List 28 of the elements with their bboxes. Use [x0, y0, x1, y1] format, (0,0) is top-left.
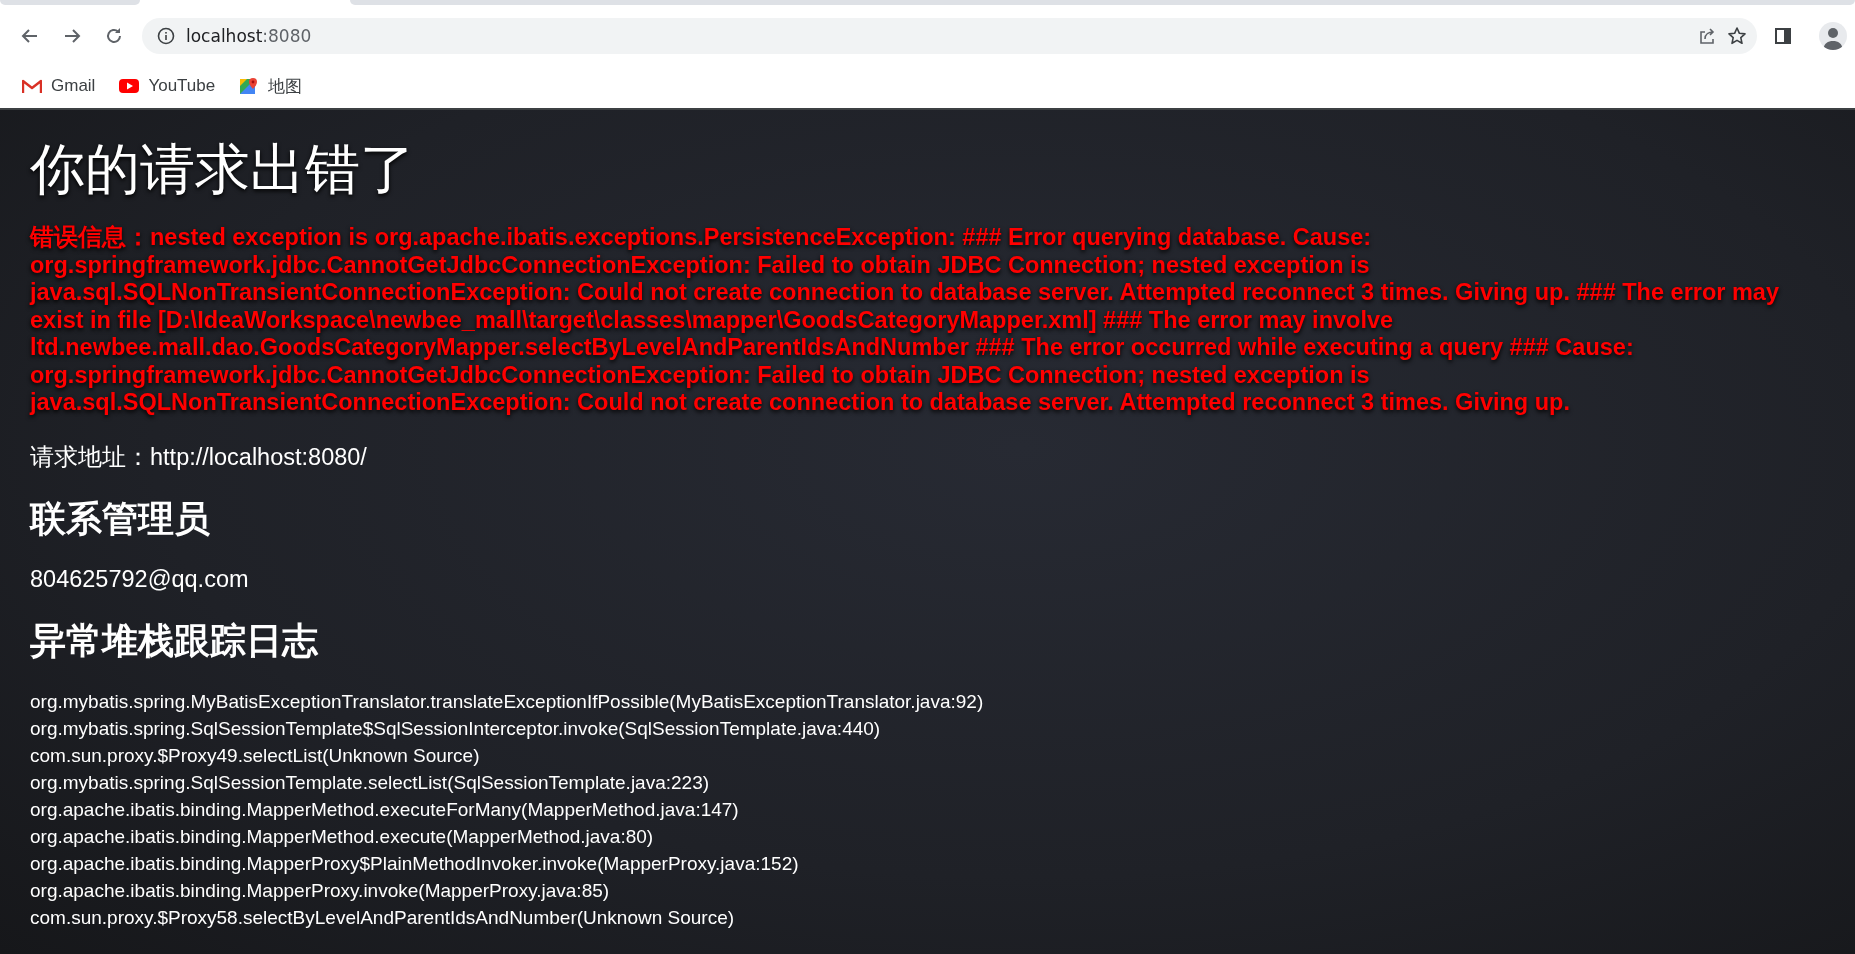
section-heading: 异常堆栈跟踪日志	[30, 619, 319, 661]
play-icon	[119, 77, 140, 95]
star-icon[interactable]	[1727, 26, 1747, 46]
stack-trace-line: com.sun.proxy.$Proxy58.selectByLevelAndParentIdsAndNumber(Unknown Source)	[30, 905, 736, 930]
error-message: 错误信息：nested exception is org.apache.ibatis.exceptions.PersistenceException: ### Error querying database. Cause: org.springframework.jdbc.CannotGetJdbcConnectionException: Failed to obtain JDBC Connection; nested exception is java.sql.SQLNonTransientConnectionException: Could not create connection to database server. Attempted reconnect 3 times. Giving up. ### The error may exist in file [D:\IdeaWorkspace\newbee_mall\target\classes\mapper\GoodsCategoryMapper.xml] ### The error may involve ltd.newbee.mall.dao.GoodsCategoryMapper.selectByLevelAndParentIdsAndNumber ### The error occurred while executing a query ### Cause: org.springframework.jdbc.CannotGetJdbcConnectionException: Failed to obtain JDBC Connection; nested exception is java.sql.SQLNonTransientConnectionException: Could not create connection to database server. Attempted reconnect 3 times. Giving up.	[30, 224, 1780, 417]
section-heading: 联系管理员	[30, 497, 211, 539]
bookmark[interactable]: YouTube	[111, 72, 224, 100]
map-icon	[239, 77, 260, 95]
reload-icon[interactable]	[104, 26, 124, 46]
page-title: 你的请求出错了	[30, 137, 416, 202]
profile-avatar[interactable]	[1819, 22, 1847, 50]
share-icon[interactable]	[1697, 26, 1717, 46]
stack-trace-line: org.apache.ibatis.binding.MapperMethod.execute(MapperMethod.java:80)	[30, 824, 655, 849]
stack-trace-line: org.apache.ibatis.binding.MapperMethod.executeForMany(MapperMethod.java:147)	[30, 797, 740, 822]
info-icon[interactable]	[156, 26, 176, 46]
bookmark[interactable]: 地图	[231, 70, 311, 102]
stack-trace-line: com.sun.proxy.$Proxy49.selectList(Unknown Source)	[30, 743, 481, 768]
stack-trace-line: org.apache.ibatis.binding.MapperProxy.invoke(MapperProxy.java:85)	[30, 878, 611, 903]
bookmark[interactable]: Gmail	[14, 72, 104, 100]
address-bar[interactable]: localhost:8080	[142, 18, 1757, 54]
stack-trace-line: org.mybatis.spring.SqlSessionTemplate$SqlSessionInterceptor.invoke(SqlSessionTemplate.java:440)	[30, 716, 882, 741]
stack-trace-line: org.mybatis.spring.SqlSessionTemplate.selectList(SqlSessionTemplate.java:223)	[30, 770, 711, 795]
contact-email: 804625792@qq.com	[30, 565, 250, 593]
request-address: 请求地址：http://localhost:8080/	[30, 443, 368, 471]
stack-trace-line: org.mybatis.spring.MyBatisExceptionTranslator.translateExceptionIfPossible(MyBatisExceptionTranslator.java:92)	[30, 689, 985, 714]
stack-trace-line: org.apache.ibatis.binding.MapperProxy$PlainMethodInvoker.invoke(MapperProxy.java:152)	[30, 851, 800, 876]
mail-icon	[22, 77, 42, 95]
side-panel-icon[interactable]	[1773, 26, 1793, 46]
